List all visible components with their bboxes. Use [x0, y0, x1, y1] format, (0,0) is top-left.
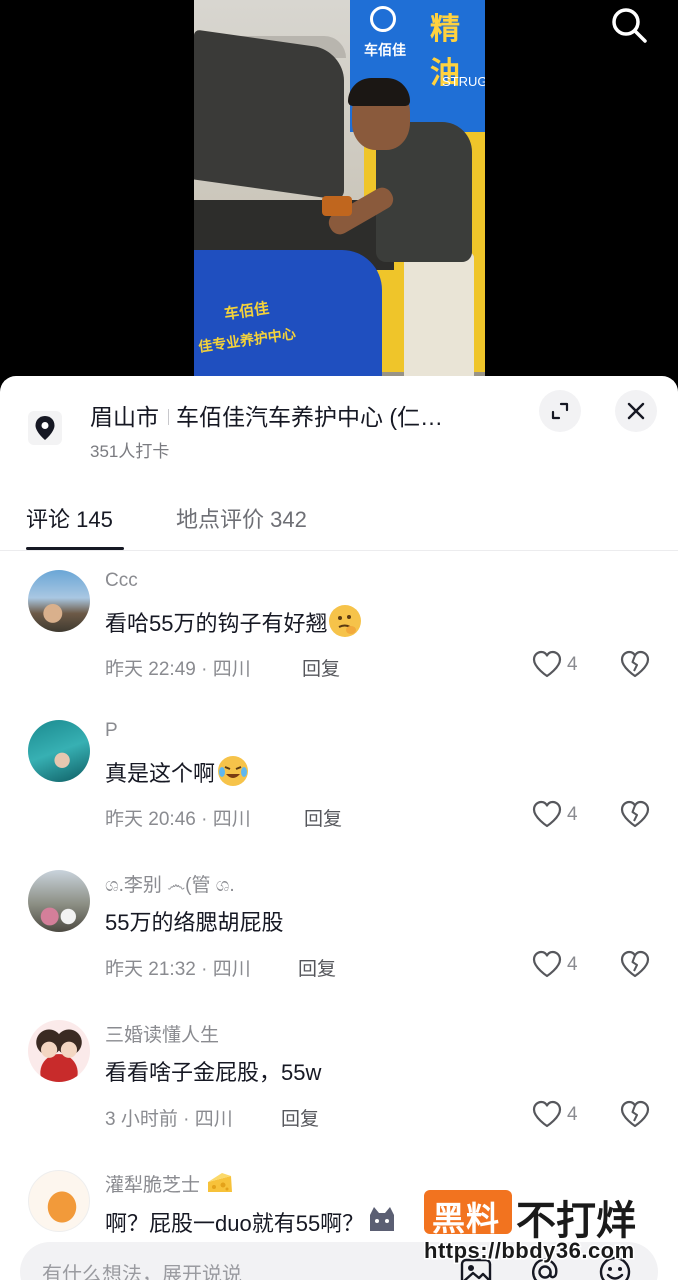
comment-text: 真是这个啊: [105, 755, 249, 788]
comment-sheet: 眉山市 车佰佳汽车养护中心 (仁… 351人打卡 评论 145 地点评价 342 …: [0, 376, 678, 1280]
thinking-face-icon: [329, 605, 362, 637]
like-count: 4: [567, 1104, 578, 1125]
poi-title[interactable]: 眉山市 车佰佳汽车养护中心 (仁…: [90, 398, 443, 432]
comment-item: 三婚读懂人生 看看啥子金屁股，55w 3 小时前 · 四川 回复 4: [0, 1020, 678, 1170]
comment-meta: 昨天 21:32 · 四川: [105, 959, 251, 980]
watermark-badge-text: 黑料: [432, 1200, 500, 1237]
tab-location-reviews[interactable]: 地点评价 342: [176, 502, 307, 534]
comment-input-placeholder: 有什么想法，展开说说: [42, 1264, 242, 1280]
close-icon: [627, 402, 645, 420]
comment-item: P 真是这个啊 昨天 20:46 · 四川 回复 4: [0, 720, 678, 870]
comment-text: 55万的络腮胡屁股: [105, 910, 284, 935]
heart-icon[interactable]: [532, 650, 562, 678]
shop-sign-brand: 车佰佳: [364, 42, 406, 58]
broken-heart-icon[interactable]: [620, 950, 650, 978]
avatar[interactable]: [28, 1170, 90, 1232]
comment-username-text: 灌犁脆芝士: [105, 1175, 201, 1196]
comment-username[interactable]: P: [105, 720, 118, 742]
search-icon: [612, 8, 647, 43]
poi-divider: [168, 409, 169, 425]
like-count: 4: [567, 804, 578, 825]
broken-heart-icon[interactable]: [620, 650, 650, 678]
shop-logo-icon: [370, 6, 396, 32]
close-button[interactable]: [615, 390, 657, 432]
video-frame[interactable]: 车佰佳 精油 STRUG 车佰佳 佳专业养护中心: [194, 0, 485, 400]
crying-laughing-face-icon: [217, 755, 249, 787]
comment-text-body: 真是这个啊: [105, 761, 216, 786]
comment-meta: 3 小时前 · 四川: [105, 1109, 233, 1130]
broken-heart-icon[interactable]: [620, 800, 650, 828]
poi-city: 眉山市: [90, 404, 159, 430]
comment-text-body: 看哈55万的钩子有好翘: [105, 611, 328, 636]
avatar[interactable]: [28, 720, 90, 782]
avatar[interactable]: [28, 870, 90, 932]
broken-heart-icon[interactable]: [620, 1100, 650, 1128]
reply-button[interactable]: 回复: [304, 804, 342, 831]
like-count: 4: [567, 954, 578, 975]
comment-meta: 昨天 22:49 · 四川: [105, 659, 251, 680]
tab-divider: [0, 550, 678, 551]
comment-text: 啊？屁股一duo就有55啊？: [105, 1205, 398, 1238]
car-hood: [194, 29, 344, 201]
comment-text-body: 啊？屁股一duo就有55啊？: [105, 1211, 365, 1236]
reply-button[interactable]: 回复: [298, 954, 336, 981]
poi-name: 车佰佳汽车养护中心 (仁…: [176, 404, 444, 430]
video-player[interactable]: 车佰佳 精油 STRUG 车佰佳 佳专业养护中心: [0, 0, 678, 400]
comment-meta: 昨天 20:46 · 四川: [105, 809, 251, 830]
comment-username[interactable]: 灌犁脆芝士: [105, 1170, 233, 1197]
expand-button[interactable]: [539, 390, 581, 432]
cheese-icon: [207, 1172, 233, 1194]
avatar[interactable]: [28, 570, 90, 632]
watermark-url: https://bbdy36.com: [423, 1237, 636, 1265]
comment-item: Ccc 看哈55万的钩子有好翘 昨天 22:49 · 四川 回复 4: [0, 570, 678, 720]
heart-icon[interactable]: [532, 800, 562, 828]
comment-username[interactable]: Ccc: [105, 570, 138, 592]
avatar[interactable]: [28, 1020, 90, 1082]
comment-text: 看哈55万的钩子有好翘: [105, 605, 362, 638]
location-pin-icon: [28, 411, 62, 445]
like-count: 4: [567, 654, 578, 675]
comment-item: ශ.李别 ෴(管 ශ. 55万的络腮胡屁股 昨天 21:32 · 四川 回复 4: [0, 870, 678, 1020]
tab-comments[interactable]: 评论 145: [26, 502, 113, 534]
poi-checkins: 351人打卡: [90, 442, 170, 461]
heart-icon[interactable]: [532, 1100, 562, 1128]
heart-icon[interactable]: [532, 950, 562, 978]
reply-button[interactable]: 回复: [281, 1104, 319, 1131]
cat-face-icon: [366, 1205, 398, 1237]
power-drill: [322, 196, 352, 216]
search-button[interactable]: [606, 2, 652, 48]
expand-icon: [551, 402, 569, 420]
shop-sign-english: STRUG: [442, 74, 485, 89]
person-hair: [348, 78, 410, 106]
comment-username[interactable]: 三婚读懂人生: [105, 1020, 219, 1047]
reply-button[interactable]: 回复: [302, 654, 340, 681]
comment-username[interactable]: ශ.李别 ෴(管 ශ.: [105, 870, 235, 897]
comment-text: 看看啥子金屁股，55w: [105, 1060, 322, 1085]
